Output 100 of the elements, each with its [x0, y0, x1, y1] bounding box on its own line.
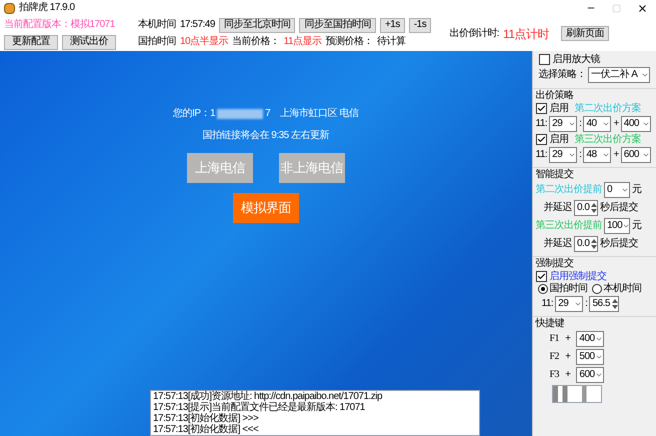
caret-icon: [642, 120, 650, 128]
label: F1: [550, 334, 560, 344]
log-line: 17:57:13[成功]资源地址: http://cdn.paipaibo.net/17071.zip: [153, 391, 384, 402]
dropdown[interactable]: 600: [620, 147, 651, 163]
dropdown[interactable]: 一伏二补 A: [588, 67, 650, 83]
radio-button[interactable]: [592, 284, 602, 294]
config-version: 当前配置版本：模拟17071: [4, 20, 116, 30]
label: :: [585, 299, 588, 309]
caret-icon: [595, 353, 604, 361]
label: 11:: [536, 119, 548, 129]
spin-field[interactable]: 56.5: [589, 296, 620, 312]
close-icon[interactable]: [637, 2, 648, 14]
tiger-logo-icon: [4, 2, 15, 14]
caret-icon: [622, 222, 630, 230]
button[interactable]: 同步至国拍时间: [299, 18, 376, 32]
dropdown[interactable]: 100: [604, 218, 630, 234]
caret-icon: [595, 371, 604, 379]
button[interactable]: -1s: [408, 18, 432, 32]
dropdown[interactable]: 40: [583, 116, 612, 132]
check-icon: [536, 135, 546, 144]
checkbox-label: 启用强制提交: [550, 272, 606, 282]
auction-time: 10点半显示: [180, 37, 228, 47]
label: :: [579, 119, 582, 129]
dropdown[interactable]: 400: [620, 116, 651, 132]
button[interactable]: 同步至北京时间: [218, 18, 296, 32]
dropdown[interactable]: 0: [604, 182, 630, 198]
location: 上海市虹口区 电信: [280, 109, 358, 119]
ip-label: 您的IP：1: [173, 109, 216, 119]
label: 秒后提交: [600, 239, 638, 249]
spin-field[interactable]: 0.0: [574, 200, 598, 216]
log-line: 17:57:13[初始化数据] <<<: [153, 424, 260, 435]
advance-label: 第二次出价提前: [536, 185, 602, 195]
label: 本机时间: [138, 20, 176, 30]
button[interactable]: +1s: [380, 18, 405, 32]
dropdown[interactable]: 29: [555, 296, 584, 312]
label: 国拍时间: [550, 284, 588, 294]
button[interactable]: 测试出价: [62, 34, 116, 50]
plan-name: 第三次出价方案: [574, 134, 641, 144]
label: 国拍时间: [138, 37, 176, 47]
label: +: [565, 352, 570, 362]
label: 出价倒计时:: [449, 28, 500, 38]
caret-icon: [621, 186, 629, 194]
countdown: 11点计时: [503, 26, 549, 42]
ip-tail: 7: [265, 109, 270, 119]
group-title: 智能提交: [536, 170, 574, 180]
caret-icon: [642, 151, 650, 159]
group-title: 快捷键: [536, 319, 566, 329]
update-notice: 国拍链接将会在 9:35 左右更新: [202, 131, 330, 141]
label: 选择策略：: [538, 70, 586, 80]
spin-field[interactable]: 0.0: [574, 236, 598, 252]
local-time: 17:57:49: [180, 20, 215, 30]
spinner-arrows-icon: [591, 202, 597, 214]
label: 当前价格：: [232, 37, 280, 47]
dropdown[interactable]: 500: [576, 349, 604, 365]
caret-icon: [568, 120, 576, 128]
checkbox[interactable]: [536, 103, 546, 114]
label: 元: [632, 185, 642, 195]
plan-name: 第二次出价方案: [574, 104, 641, 114]
checkbox[interactable]: [538, 54, 550, 65]
predicted-price: 待计算: [377, 37, 406, 47]
label: 11:: [542, 299, 554, 309]
dropdown[interactable]: 29: [549, 116, 578, 132]
advance-label: 第三次出价提前: [536, 221, 602, 231]
checkbox[interactable]: [536, 134, 546, 145]
button[interactable]: 更新配置: [4, 34, 58, 50]
label: +: [565, 334, 570, 344]
dropdown[interactable]: 29: [549, 147, 578, 163]
label: 11:: [536, 150, 548, 160]
radio-button[interactable]: [538, 284, 548, 294]
caret-icon: [595, 335, 604, 343]
checkbox[interactable]: [536, 271, 546, 282]
label: :: [579, 150, 582, 160]
dropdown[interactable]: 600: [576, 367, 604, 383]
group-title: 强制提交: [536, 259, 574, 269]
checkbox-label: 启用: [550, 134, 568, 144]
group-title: 出价策略: [536, 91, 574, 101]
label: +: [613, 150, 619, 160]
spinner-arrows-icon: [591, 238, 597, 250]
caret-icon: [568, 151, 576, 159]
label: F2: [550, 352, 560, 362]
window-title: 拍牌虎 17.9.0: [19, 3, 75, 13]
log-line: 17:57:13[初始化数据] >>>: [153, 413, 260, 424]
label: 预测价格：: [326, 37, 374, 47]
checkbox-label: 启用放大镜: [552, 54, 600, 64]
caret-icon: [574, 300, 582, 308]
dropdown[interactable]: 400: [576, 331, 604, 347]
check-icon: [536, 104, 546, 113]
log-line: 17:57:13[提示]当前配置文件已经是最新版本: 17071: [153, 402, 366, 413]
label: F3: [550, 370, 560, 380]
checkbox-label: 启用: [550, 104, 568, 114]
current-price: 11点显示: [284, 37, 322, 47]
caret-icon: [602, 151, 610, 159]
button[interactable]: 刷新页面: [561, 26, 609, 41]
spinner-arrows-icon: [612, 298, 618, 310]
dropdown[interactable]: 48: [583, 147, 612, 163]
redacted-block: [217, 109, 264, 119]
caret-icon: [641, 71, 649, 79]
label: 本机时间: [604, 284, 642, 294]
caret-icon: [602, 120, 610, 128]
label: 并延迟: [544, 203, 572, 213]
